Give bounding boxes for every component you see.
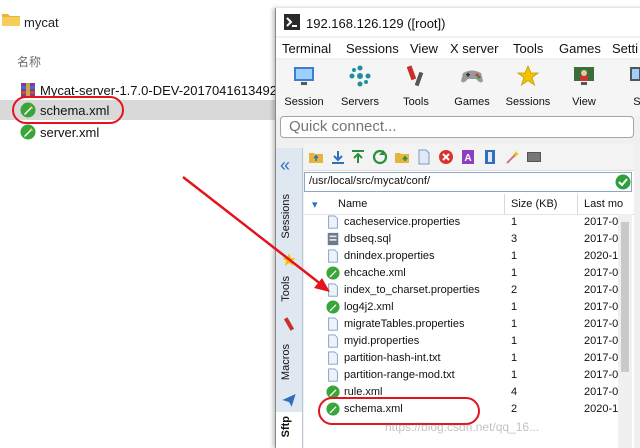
- watermark-text: https://blog.csdn.net/qq_16...: [385, 420, 540, 434]
- annotation-arrow: [182, 176, 330, 292]
